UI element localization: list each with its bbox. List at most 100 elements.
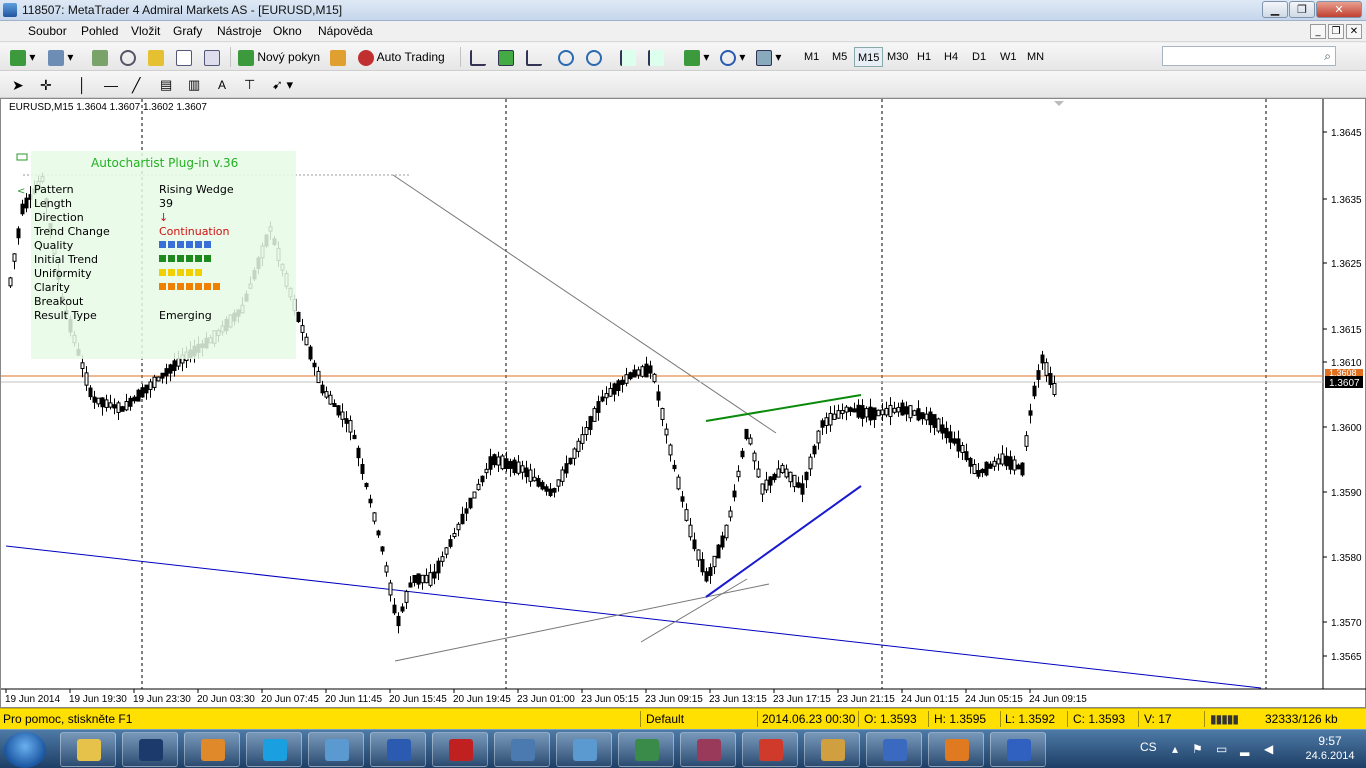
taskbar-app-access[interactable] bbox=[680, 732, 736, 767]
zoom-in-button[interactable] bbox=[558, 47, 574, 67]
candle-body bbox=[484, 468, 489, 474]
taskbar-app-explorer[interactable] bbox=[60, 732, 116, 767]
text-label-tool[interactable]: ⊤ bbox=[244, 75, 255, 95]
timeframe-m1[interactable]: M1 bbox=[801, 47, 822, 67]
chart-shift-button[interactable] bbox=[620, 47, 636, 67]
cursor-tool[interactable]: ➤ bbox=[12, 75, 24, 95]
candle-body bbox=[752, 452, 757, 462]
close-button[interactable]: ✕ bbox=[1316, 1, 1362, 18]
candle-body bbox=[352, 434, 357, 440]
timeframe-m15[interactable]: M15 bbox=[854, 47, 884, 67]
menu-vlozit[interactable]: Vložit bbox=[131, 24, 160, 38]
timeframe-h1[interactable]: H1 bbox=[914, 47, 934, 67]
menu-nastroje[interactable]: Nástroje bbox=[217, 24, 262, 38]
taskbar-app-wordpad[interactable] bbox=[866, 732, 922, 767]
pattern-label-8: Breakout bbox=[34, 295, 84, 308]
menu-napoveda[interactable]: Nápověda bbox=[318, 24, 373, 38]
candle-body bbox=[380, 546, 385, 552]
mdi-minimize-button[interactable]: _ bbox=[1310, 24, 1326, 39]
taskbar-app-acrobat[interactable] bbox=[432, 732, 488, 767]
new-order-button[interactable]: Nový pokyn bbox=[238, 47, 320, 67]
menu-soubor[interactable]: Soubor bbox=[28, 24, 67, 38]
taskbar-app-control-panel[interactable] bbox=[308, 732, 364, 767]
price-chart[interactable]: 1.36451.36351.36251.36151.36101.36001.35… bbox=[1, 99, 1366, 709]
indicators-button[interactable]: ▾ bbox=[684, 47, 709, 67]
candle-body bbox=[396, 615, 401, 627]
show-hidden-icons-icon[interactable]: ▴ bbox=[1172, 742, 1186, 756]
candle-body bbox=[388, 582, 393, 596]
zoom-out-button[interactable] bbox=[586, 47, 602, 67]
taskbar-app-photos[interactable] bbox=[556, 732, 612, 767]
tester-button[interactable] bbox=[204, 47, 220, 67]
terminal-button[interactable] bbox=[176, 47, 192, 67]
mdi-restore-button[interactable]: ❐ bbox=[1328, 24, 1344, 39]
favorites-button[interactable] bbox=[148, 47, 164, 67]
menu-okno[interactable]: Okno bbox=[273, 24, 302, 38]
candle-body bbox=[96, 397, 101, 405]
taskbar-app-calculator[interactable] bbox=[494, 732, 550, 767]
equidistant-channel-tool[interactable]: ▤ bbox=[160, 75, 172, 95]
clock-time[interactable]: 9:57 bbox=[1300, 734, 1360, 748]
search-input[interactable]: ⌕ bbox=[1162, 46, 1336, 66]
pattern-label-7: Clarity bbox=[34, 281, 70, 294]
new-chart-button[interactable]: ▾ bbox=[10, 47, 35, 67]
meta-editor-button[interactable] bbox=[330, 47, 346, 67]
network-icon[interactable]: ▂ bbox=[1240, 742, 1254, 756]
clock-date[interactable]: 24.6.2014 bbox=[1300, 750, 1360, 762]
menu-grafy[interactable]: Grafy bbox=[173, 24, 202, 38]
start-button[interactable] bbox=[4, 732, 46, 768]
vertical-line-tool[interactable]: │ bbox=[78, 75, 87, 95]
taskbar-app-media-player[interactable] bbox=[184, 732, 240, 767]
timeframe-mn[interactable]: MN bbox=[1024, 47, 1047, 67]
minimize-button[interactable]: ▁ bbox=[1262, 1, 1288, 18]
candle-body bbox=[360, 464, 365, 474]
templates-button[interactable]: ▾ bbox=[756, 47, 781, 67]
timeframe-w1[interactable]: W1 bbox=[997, 47, 1020, 67]
taskbar-app-skype[interactable] bbox=[246, 732, 302, 767]
timeframe-m30[interactable]: M30 bbox=[884, 47, 911, 67]
maximize-button[interactable]: ❐ bbox=[1289, 1, 1315, 18]
candle-body bbox=[656, 391, 661, 401]
taskbar-app-chart-app[interactable] bbox=[990, 732, 1046, 767]
trendline-tool[interactable]: ╱ bbox=[132, 75, 140, 95]
candle-body bbox=[568, 457, 573, 465]
taskbar-app-metatrader[interactable] bbox=[618, 732, 674, 767]
taskbar-app-chrome[interactable] bbox=[742, 732, 798, 767]
horizontal-line-tool[interactable]: — bbox=[104, 75, 118, 95]
arrows-tool[interactable]: ➹ ▾ bbox=[272, 75, 293, 95]
crosshair-tool[interactable]: ✛ bbox=[40, 75, 52, 95]
chart-shift-marker bbox=[1054, 101, 1064, 106]
taskbar-app-paint[interactable] bbox=[804, 732, 860, 767]
line-chart-button[interactable] bbox=[526, 47, 542, 67]
taskbar-app-word[interactable] bbox=[370, 732, 426, 767]
bar-chart-button[interactable] bbox=[470, 47, 486, 67]
navigator-button[interactable] bbox=[120, 47, 136, 67]
fibonacci-tool[interactable]: ▥ bbox=[188, 75, 200, 95]
terminal-icon bbox=[176, 49, 192, 66]
mdi-close-button[interactable]: ✕ bbox=[1346, 24, 1362, 39]
candle-body bbox=[160, 372, 165, 379]
profiles-button[interactable]: ▾ bbox=[48, 47, 73, 67]
search-icon[interactable]: ⌕ bbox=[1324, 49, 1331, 64]
taskbar-app-pinball[interactable] bbox=[928, 732, 984, 767]
candlestick-button[interactable] bbox=[498, 47, 514, 67]
menu-pohled[interactable]: Pohled bbox=[81, 24, 118, 38]
timeframe-h4[interactable]: H4 bbox=[941, 47, 961, 67]
candle-body bbox=[452, 532, 457, 538]
chart-window[interactable]: 1.3645 1.3635 1.3625 1.3615 1.3610 1.3600 1.35… bbox=[0, 98, 1366, 708]
periods-button[interactable]: ▾ bbox=[720, 47, 745, 67]
candle-body bbox=[340, 411, 345, 420]
text-tool[interactable]: A bbox=[218, 75, 226, 95]
taskbar-app-hp[interactable] bbox=[122, 732, 178, 767]
action-center-icon[interactable]: ⚑ bbox=[1192, 742, 1206, 756]
quality-square bbox=[204, 283, 211, 290]
market-watch-button[interactable] bbox=[92, 47, 108, 67]
autoscroll-button[interactable] bbox=[648, 47, 664, 67]
volume-icon[interactable]: ◀ bbox=[1264, 742, 1278, 756]
candle-body bbox=[1028, 410, 1033, 416]
timeframe-d1[interactable]: D1 bbox=[969, 47, 989, 67]
power-icon[interactable]: ▭ bbox=[1216, 742, 1230, 756]
language-indicator[interactable]: CS bbox=[1140, 740, 1157, 754]
timeframe-m5[interactable]: M5 bbox=[829, 47, 850, 67]
auto-trading-button[interactable]: Auto Trading bbox=[358, 47, 445, 67]
